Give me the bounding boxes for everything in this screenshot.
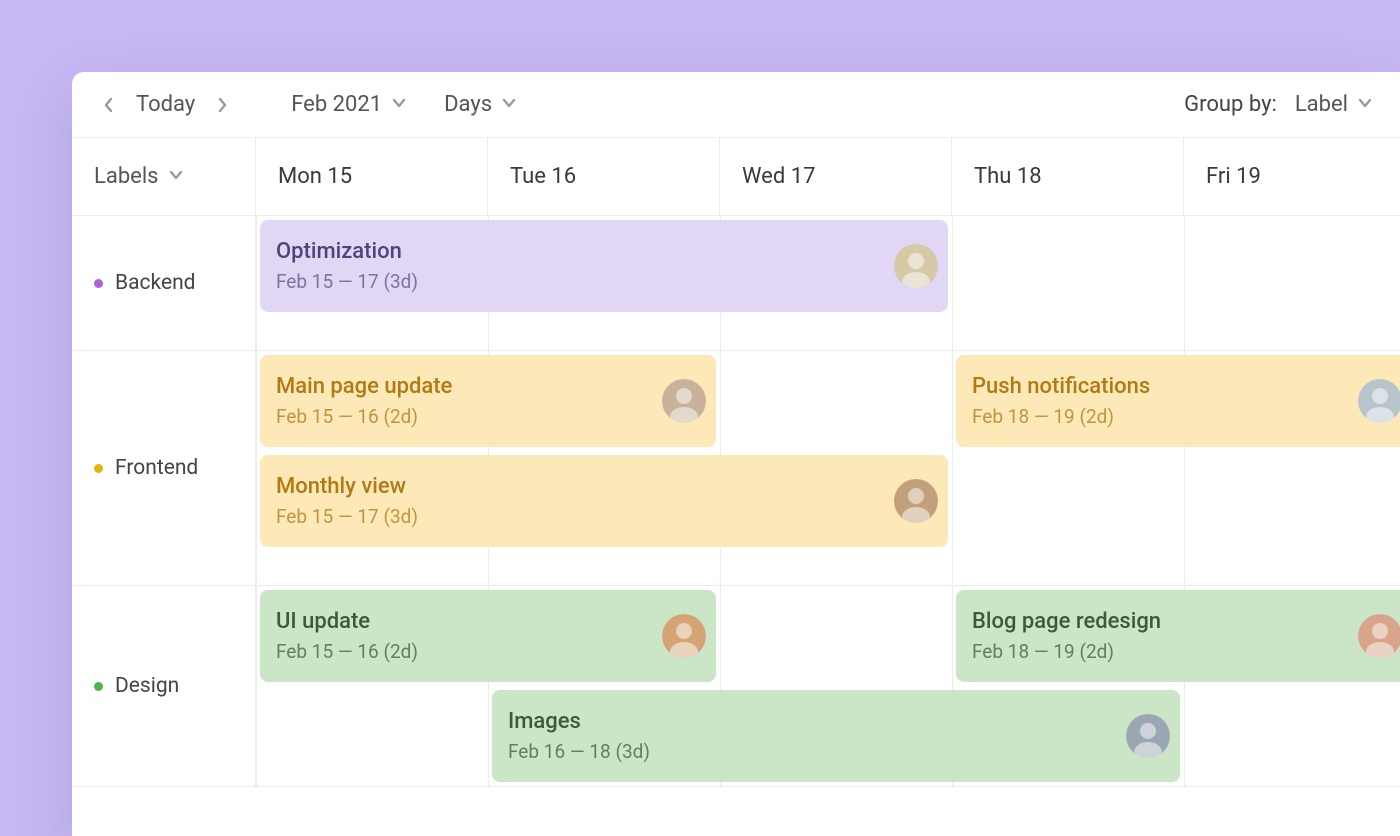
task-card[interactable]: Images Feb 16 — 18 (3d): [492, 690, 1180, 782]
group-color-dot: [94, 279, 103, 288]
task-card[interactable]: Optimization Feb 15 — 17 (3d): [260, 220, 948, 312]
day-column-header: Wed 17: [720, 138, 952, 216]
task-card[interactable]: UI update Feb 15 — 16 (2d): [260, 590, 716, 682]
group-label[interactable]: Design: [72, 586, 256, 786]
scale-picker[interactable]: Days: [444, 92, 516, 117]
task-title: Main page update: [276, 374, 700, 399]
groupby-control: Group by: Label: [1184, 92, 1372, 117]
timeline-group: Backend Optimization Feb 15 — 17 (3d): [72, 216, 1400, 351]
nav-buttons: Today: [100, 92, 231, 117]
day-column-header: Fri 19: [1184, 138, 1400, 216]
groupby-value: Label: [1295, 92, 1348, 117]
avatar[interactable]: [662, 379, 706, 423]
day-column-header: Thu 18: [952, 138, 1184, 216]
day-label: Thu 18: [974, 164, 1042, 189]
month-picker[interactable]: Feb 2021: [291, 92, 406, 117]
task-title: UI update: [276, 609, 700, 634]
group-color-dot: [94, 464, 103, 473]
day-column-header: Tue 16: [488, 138, 720, 216]
task-dates: Feb 15 — 17 (3d): [276, 505, 932, 528]
prev-icon[interactable]: [100, 96, 118, 114]
group-label[interactable]: Backend: [72, 216, 256, 350]
task-dates: Feb 16 — 18 (3d): [508, 740, 1164, 763]
day-label: Wed 17: [742, 164, 815, 189]
avatar[interactable]: [662, 614, 706, 658]
task-dates: Feb 15 — 16 (2d): [276, 640, 700, 663]
group-name: Design: [115, 674, 179, 698]
chevron-down-icon: [392, 98, 406, 112]
task-title: Images: [508, 709, 1164, 734]
lane-area: Optimization Feb 15 — 17 (3d): [256, 216, 1400, 350]
day-column-header: Mon 15: [256, 138, 488, 216]
labels-column-header[interactable]: Labels: [72, 138, 256, 216]
chevron-down-icon: [1358, 98, 1372, 112]
avatar[interactable]: [894, 244, 938, 288]
chevron-down-icon: [502, 98, 516, 112]
labels-header-text: Labels: [94, 164, 159, 189]
today-button[interactable]: Today: [136, 92, 195, 117]
timeline-group: Frontend Main page update Feb 15 — 16 (2d)…: [72, 351, 1400, 586]
group-name: Backend: [115, 271, 196, 295]
groupby-text: Group by:: [1184, 92, 1277, 117]
next-icon[interactable]: [213, 96, 231, 114]
chevron-down-icon: [169, 170, 183, 184]
month-label: Feb 2021: [291, 92, 382, 117]
timeline-group: Design UI update Feb 15 — 16 (2d) Blog page…: [72, 586, 1400, 787]
lane-spacer: [256, 316, 1400, 350]
group-name: Frontend: [115, 456, 198, 480]
task-card[interactable]: Main page update Feb 15 — 16 (2d): [260, 355, 716, 447]
task-dates: Feb 18 — 19 (2d): [972, 405, 1396, 428]
task-title: Push notifications: [972, 374, 1396, 399]
lane-area: UI update Feb 15 — 16 (2d) Blog page redes…: [256, 586, 1400, 786]
task-title: Monthly view: [276, 474, 932, 499]
group-label[interactable]: Frontend: [72, 351, 256, 585]
group-color-dot: [94, 682, 103, 691]
avatar[interactable]: [1358, 614, 1400, 658]
scale-label: Days: [444, 92, 492, 117]
lane-area: Main page update Feb 15 — 16 (2d) Push not…: [256, 351, 1400, 585]
task-dates: Feb 15 — 16 (2d): [276, 405, 700, 428]
task-dates: Feb 18 — 19 (2d): [972, 640, 1396, 663]
task-title: Optimization: [276, 239, 932, 264]
column-headers: Labels Mon 15 Tue 16 Wed 17 Thu 18 Fri 1…: [72, 138, 1400, 216]
task-card[interactable]: Push notifications Feb 18 — 19 (2d): [956, 355, 1400, 447]
timeline-groups: BackendOptimizationFeb 15 — 17 (3d)Front…: [72, 216, 1400, 787]
groupby-dropdown[interactable]: Label: [1295, 92, 1372, 117]
task-card[interactable]: Blog page redesign Feb 18 — 19 (2d): [956, 590, 1400, 682]
task-card[interactable]: Monthly view Feb 15 — 17 (3d): [260, 455, 948, 547]
timeline-app: Today Feb 2021 Days Group by: Label: [72, 72, 1400, 836]
avatar[interactable]: [1358, 379, 1400, 423]
avatar[interactable]: [894, 479, 938, 523]
task-dates: Feb 15 — 17 (3d): [276, 270, 932, 293]
day-label: Fri 19: [1206, 164, 1261, 189]
task-title: Blog page redesign: [972, 609, 1396, 634]
day-label: Mon 15: [278, 164, 352, 189]
avatar[interactable]: [1126, 714, 1170, 758]
day-label: Tue 16: [510, 164, 576, 189]
toolbar: Today Feb 2021 Days Group by: Label: [72, 72, 1400, 138]
lane-spacer: [256, 551, 1400, 585]
